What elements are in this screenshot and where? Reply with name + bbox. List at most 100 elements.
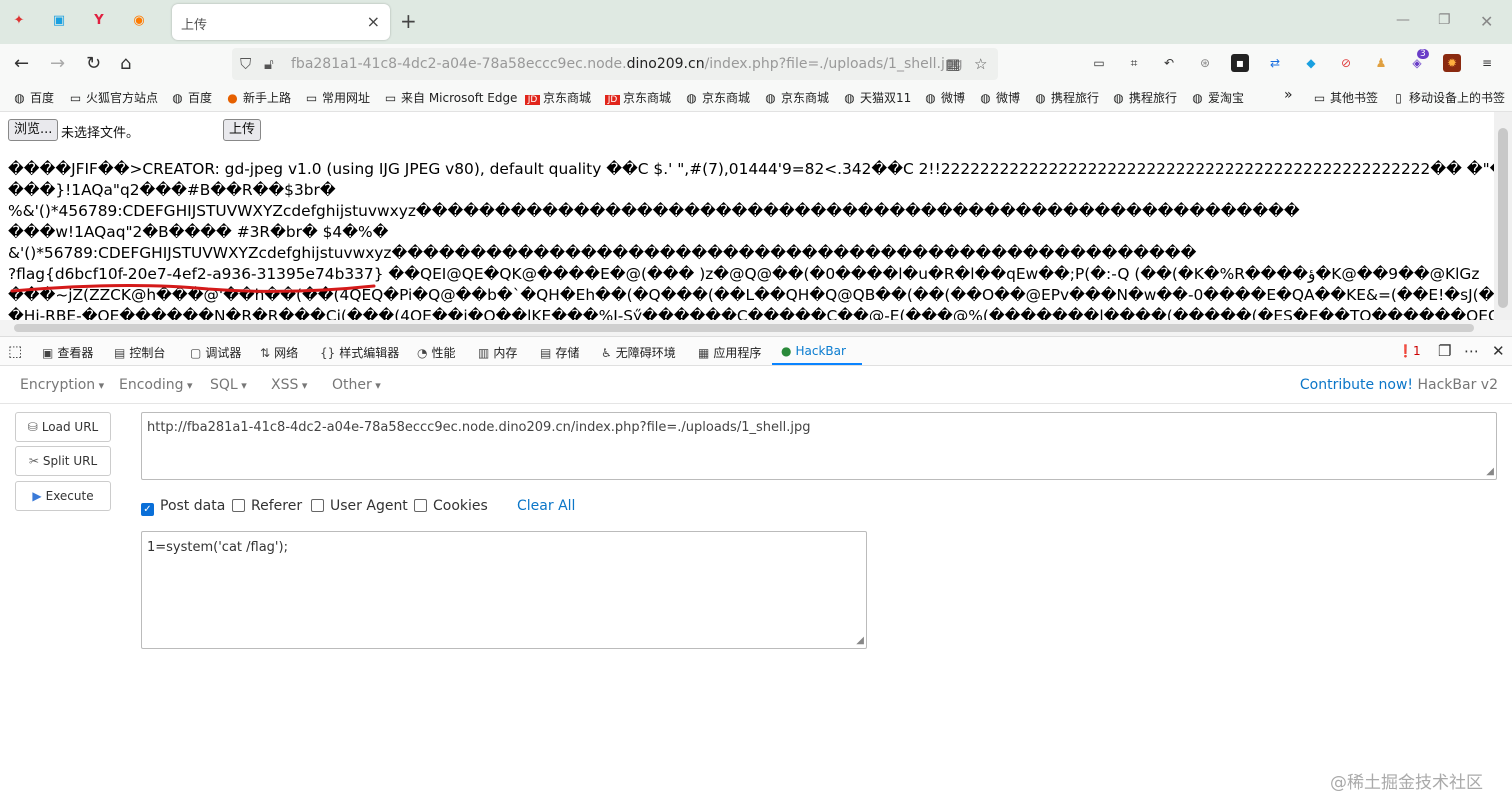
- resize-grip-icon[interactable]: ◢: [856, 635, 864, 646]
- execute-button[interactable]: ▶ Execute: [15, 481, 111, 511]
- output-line: &'()*56789:CDEFGHIJSTUVWXYZcdefghijstuvw…: [8, 244, 1197, 262]
- storage-icon: ▤: [540, 346, 552, 360]
- minimize-icon[interactable]: —: [1396, 12, 1410, 28]
- devtools-close-icon[interactable]: ✕: [1492, 342, 1505, 360]
- user-agent-checkbox[interactable]: User Agent: [311, 498, 408, 514]
- shield-icon[interactable]: ⛉: [240, 55, 251, 73]
- network-icon: ⇅: [260, 346, 271, 360]
- split-url-button[interactable]: ✂ Split URL: [15, 446, 111, 476]
- sql-menu[interactable]: SQL: [210, 377, 247, 393]
- bookmarks-overflow-icon[interactable]: »: [1284, 87, 1293, 103]
- bilibili-app-icon[interactable]: ▣: [50, 12, 68, 30]
- tab-style-editor[interactable]: {} 样式编辑器: [320, 344, 399, 361]
- tab-console[interactable]: ▤ 控制台: [114, 344, 165, 361]
- extension-sync-icon[interactable]: ⇄: [1266, 54, 1284, 72]
- tab-memory[interactable]: ▥ 内存: [478, 344, 517, 361]
- error-count[interactable]: ❗1: [1398, 344, 1421, 358]
- bookmark-item[interactable]: ● 新手上路: [225, 89, 291, 106]
- tab-hackbar[interactable]: ● HackBar: [781, 344, 846, 358]
- qr-code-icon[interactable]: ▦: [946, 55, 960, 73]
- bookmark-item[interactable]: ▯ 移动设备上的书签: [1391, 89, 1505, 106]
- bookmark-item[interactable]: ◍ 百度: [12, 89, 54, 106]
- extension-block-icon[interactable]: ⊘: [1337, 54, 1355, 72]
- bookmarks-bar: ◍ 百度 ▭ 火狐官方站点 ◍ 百度 ● 新手上路 ▭ 常用网址 ▭ 来自 Microsof…: [0, 84, 1512, 112]
- bookmark-item[interactable]: ▭ 常用网址: [304, 89, 370, 106]
- window-close-icon[interactable]: ✕: [1480, 12, 1493, 31]
- menu-icon[interactable]: ≡: [1478, 54, 1496, 72]
- extension-dark-icon[interactable]: ▪: [1231, 54, 1249, 72]
- horizontal-scrollbar[interactable]: [0, 320, 1512, 336]
- element-picker-icon[interactable]: ⬚: [8, 342, 22, 360]
- bookmark-item[interactable]: ◍ 微博: [978, 89, 1020, 106]
- new-tab-icon[interactable]: +: [400, 9, 417, 33]
- other-menu[interactable]: Other: [332, 377, 381, 393]
- undo-icon[interactable]: ↶: [1160, 54, 1178, 72]
- forward-icon[interactable]: →: [50, 53, 65, 74]
- dock-icon[interactable]: ❐: [1438, 342, 1451, 360]
- bookmark-item[interactable]: ◍ 携程旅行: [1033, 89, 1099, 106]
- bookmark-item[interactable]: ◍ 微博: [923, 89, 965, 106]
- bookmark-item[interactable]: ▭ 来自 Microsoft Edge: [383, 89, 518, 106]
- bookmark-item[interactable]: ▭ 火狐官方站点: [68, 89, 158, 106]
- address-bar[interactable]: ⛉ 🔓︎ fba281a1-41c8-4dc2-a04e-78a58eccc9e…: [232, 48, 998, 80]
- bookmark-item[interactable]: ◍ 携程旅行: [1111, 89, 1177, 106]
- url-textarea[interactable]: http://fba281a1-41c8-4dc2-a04e-78a58eccc…: [141, 412, 1497, 480]
- clear-all-link[interactable]: Clear All: [517, 498, 575, 514]
- bookmark-item[interactable]: ◍ 爱淘宝: [1190, 89, 1244, 106]
- load-url-button[interactable]: ⛁ Load URL: [15, 412, 111, 442]
- more-options-icon[interactable]: ⋯: [1464, 342, 1479, 360]
- bookmark-item[interactable]: JD 京东商城: [525, 89, 591, 106]
- reload-icon[interactable]: ↻: [86, 53, 101, 74]
- tab-storage[interactable]: ▤ 存储: [540, 344, 579, 361]
- bookmark-item[interactable]: ▭ 其他书签: [1312, 89, 1378, 106]
- vertical-scroll-thumb[interactable]: [1498, 128, 1508, 308]
- insecure-lock-icon[interactable]: 🔓︎: [264, 55, 274, 73]
- home-icon[interactable]: ⌂: [120, 53, 131, 74]
- vertical-scrollbar[interactable]: [1494, 112, 1512, 320]
- bookmark-star-icon[interactable]: ☆: [974, 55, 987, 73]
- contribute-link[interactable]: Contribute now!: [1300, 377, 1413, 393]
- encryption-menu[interactable]: Encryption: [20, 377, 104, 393]
- screenshot-icon[interactable]: ⌗: [1125, 54, 1143, 72]
- post-data-checkbox[interactable]: ✓ Post data: [141, 498, 225, 516]
- tab-close-icon[interactable]: ×: [367, 12, 380, 31]
- output-line: ���w!1AQaq"2�B���� #3R�br� $4�%�: [8, 223, 389, 241]
- tab-accessibility[interactable]: ♿︎ 无障碍环境: [601, 344, 676, 361]
- post-data-value: 1=system('cat /flag');: [147, 540, 288, 555]
- extension-globe-icon[interactable]: ⊛: [1196, 54, 1214, 72]
- extension-cube-icon[interactable]: ◆: [1302, 54, 1320, 72]
- resize-grip-icon[interactable]: ◢: [1486, 466, 1494, 477]
- encoding-menu[interactable]: Encoding: [119, 377, 193, 393]
- tab-application[interactable]: ▦ 应用程序: [698, 344, 761, 361]
- bookmark-item[interactable]: ◍ 百度: [170, 89, 212, 106]
- horizontal-scroll-thumb[interactable]: [14, 324, 1474, 332]
- tab-inspector[interactable]: ▣ 查看器: [42, 344, 93, 361]
- upload-button[interactable]: 上传: [223, 119, 262, 141]
- extension-sun-icon[interactable]: ✹: [1443, 54, 1461, 72]
- referer-checkbox[interactable]: Referer: [232, 498, 302, 514]
- back-icon[interactable]: ←: [14, 53, 29, 74]
- weibo-app-icon[interactable]: ✦: [10, 12, 28, 30]
- bookmark-item[interactable]: JD 京东商城: [605, 89, 671, 106]
- flag-underline-annotation: [10, 283, 376, 293]
- tab-performance[interactable]: ◔ 性能: [417, 344, 456, 361]
- bookmark-item[interactable]: ◍ 京东商城: [684, 89, 750, 106]
- reader-view-icon[interactable]: ▭: [1090, 54, 1108, 72]
- browse-button[interactable]: 浏览...: [8, 119, 59, 141]
- bookmark-item[interactable]: ◍ 天猫双11: [842, 89, 911, 106]
- cookies-checkbox[interactable]: Cookies: [414, 498, 488, 514]
- post-data-textarea[interactable]: 1=system('cat /flag'); ◢: [141, 531, 867, 649]
- extension-person-icon[interactable]: ♟: [1372, 54, 1390, 72]
- gauge-icon: ◔: [417, 346, 428, 360]
- url-text[interactable]: fba281a1-41c8-4dc2-a04e-78a58eccc9ec.nod…: [291, 56, 963, 72]
- watermark: @稀土掘金技术社区: [1330, 773, 1483, 793]
- active-tab[interactable]: 上传 ×: [172, 4, 390, 40]
- bookmark-item[interactable]: ◍ 京东商城: [763, 89, 829, 106]
- tab-network[interactable]: ⇅ 网络: [260, 344, 298, 361]
- restore-icon[interactable]: ❐: [1438, 12, 1451, 28]
- xss-menu[interactable]: XSS: [271, 377, 307, 393]
- youku-app-icon[interactable]: Y: [90, 12, 108, 30]
- tab-debugger[interactable]: ▢ 调试器: [190, 344, 241, 361]
- no-file-label: 未选择文件。: [61, 126, 140, 141]
- taobao-app-icon[interactable]: ◉: [130, 12, 148, 30]
